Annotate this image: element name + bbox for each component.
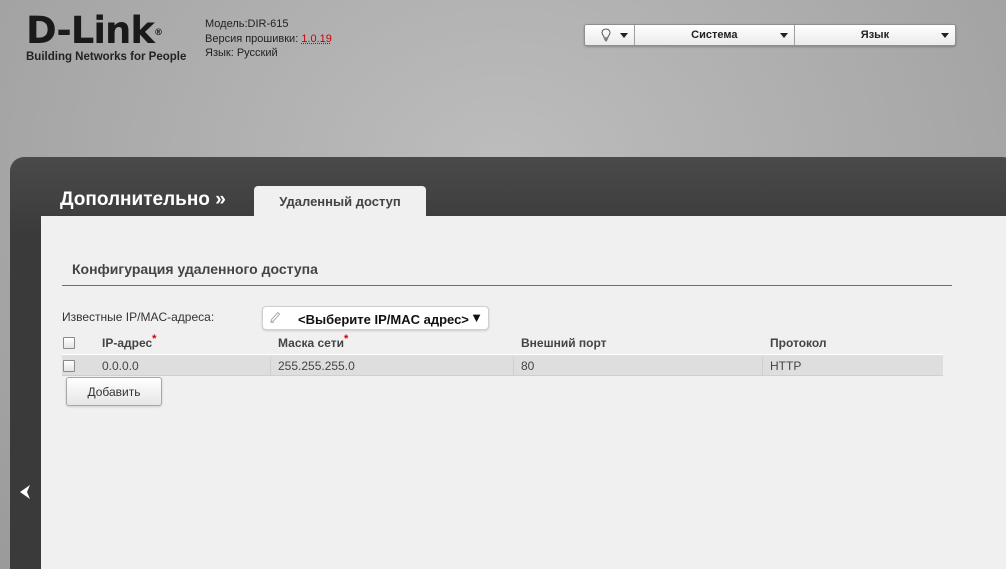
known-addresses-label: Известные IP/MAC-адреса: — [62, 310, 215, 324]
lightbulb-icon — [601, 28, 611, 45]
row-mask: 255.255.255.0 — [278, 359, 355, 373]
tab-remote-access[interactable]: Удаленный доступ — [254, 186, 426, 217]
ipmac-select-value: <Выберите IP/MAC адрес> — [298, 312, 469, 327]
chevron-down-icon — [779, 33, 788, 38]
chevron-down-icon — [941, 33, 949, 38]
chevron-down-icon — [619, 33, 628, 38]
triangle-down-icon: ▼ — [470, 310, 483, 325]
back-arrow-icon[interactable] — [17, 483, 35, 501]
system-menu-button[interactable]: Система — [634, 25, 795, 45]
ipmac-select[interactable]: <Выберите IP/MAC адрес> ▼ — [262, 306, 489, 330]
table-row[interactable]: 0.0.0.0 255.255.255.0 80 HTTP — [62, 354, 943, 376]
language-menu-label: Язык — [860, 29, 890, 41]
add-button[interactable]: Добавить — [66, 377, 162, 406]
required-mark: * — [343, 333, 349, 345]
language-info: Язык: Русский — [205, 47, 278, 59]
pencil-icon — [269, 310, 281, 327]
column-separator — [513, 357, 514, 375]
row-ip: 0.0.0.0 — [102, 359, 139, 373]
firmware-label: Версия прошивки: — [205, 32, 299, 45]
row-port: 80 — [521, 359, 535, 373]
column-separator — [762, 357, 763, 375]
section-title: Конфигурация удаленного доступа — [72, 261, 318, 277]
dlink-logo: D-Link® Building Networks for People — [26, 12, 186, 67]
column-ip-address: IP-адрес* — [102, 333, 157, 350]
table-header: IP-адрес* Маска сети* Внешний порт Прото… — [62, 332, 943, 354]
firmware-info: Версия прошивки: 1.0.19 — [205, 32, 332, 47]
hint-menu-button[interactable] — [585, 25, 635, 45]
section-divider — [62, 285, 952, 286]
logo-text: D-Link — [26, 9, 155, 52]
column-separator — [270, 357, 271, 375]
logo-registered-mark: ® — [153, 28, 163, 38]
row-protocol: HTTP — [770, 359, 802, 373]
breadcrumb[interactable]: Дополнительно » — [60, 189, 226, 211]
firmware-version-link[interactable]: 1.0.19 — [301, 33, 332, 45]
column-protocol: Протокол — [770, 336, 827, 350]
select-all-checkbox[interactable] — [63, 337, 75, 349]
language-menu-button[interactable]: Язык — [794, 25, 955, 45]
device-info: Модель:DIR-615 Версия прошивки: 1.0.19 Я… — [205, 17, 332, 61]
top-menu-bar: Система Язык — [584, 24, 956, 46]
row-checkbox[interactable] — [63, 360, 75, 372]
logo-tagline: Building Networks for People — [26, 51, 187, 63]
required-mark: * — [152, 333, 157, 345]
column-external-port: Внешний порт — [521, 336, 607, 350]
model-info: Модель:DIR-615 — [205, 18, 289, 30]
system-menu-label: Система — [691, 29, 738, 41]
column-subnet-mask: Маска сети* — [278, 333, 349, 350]
